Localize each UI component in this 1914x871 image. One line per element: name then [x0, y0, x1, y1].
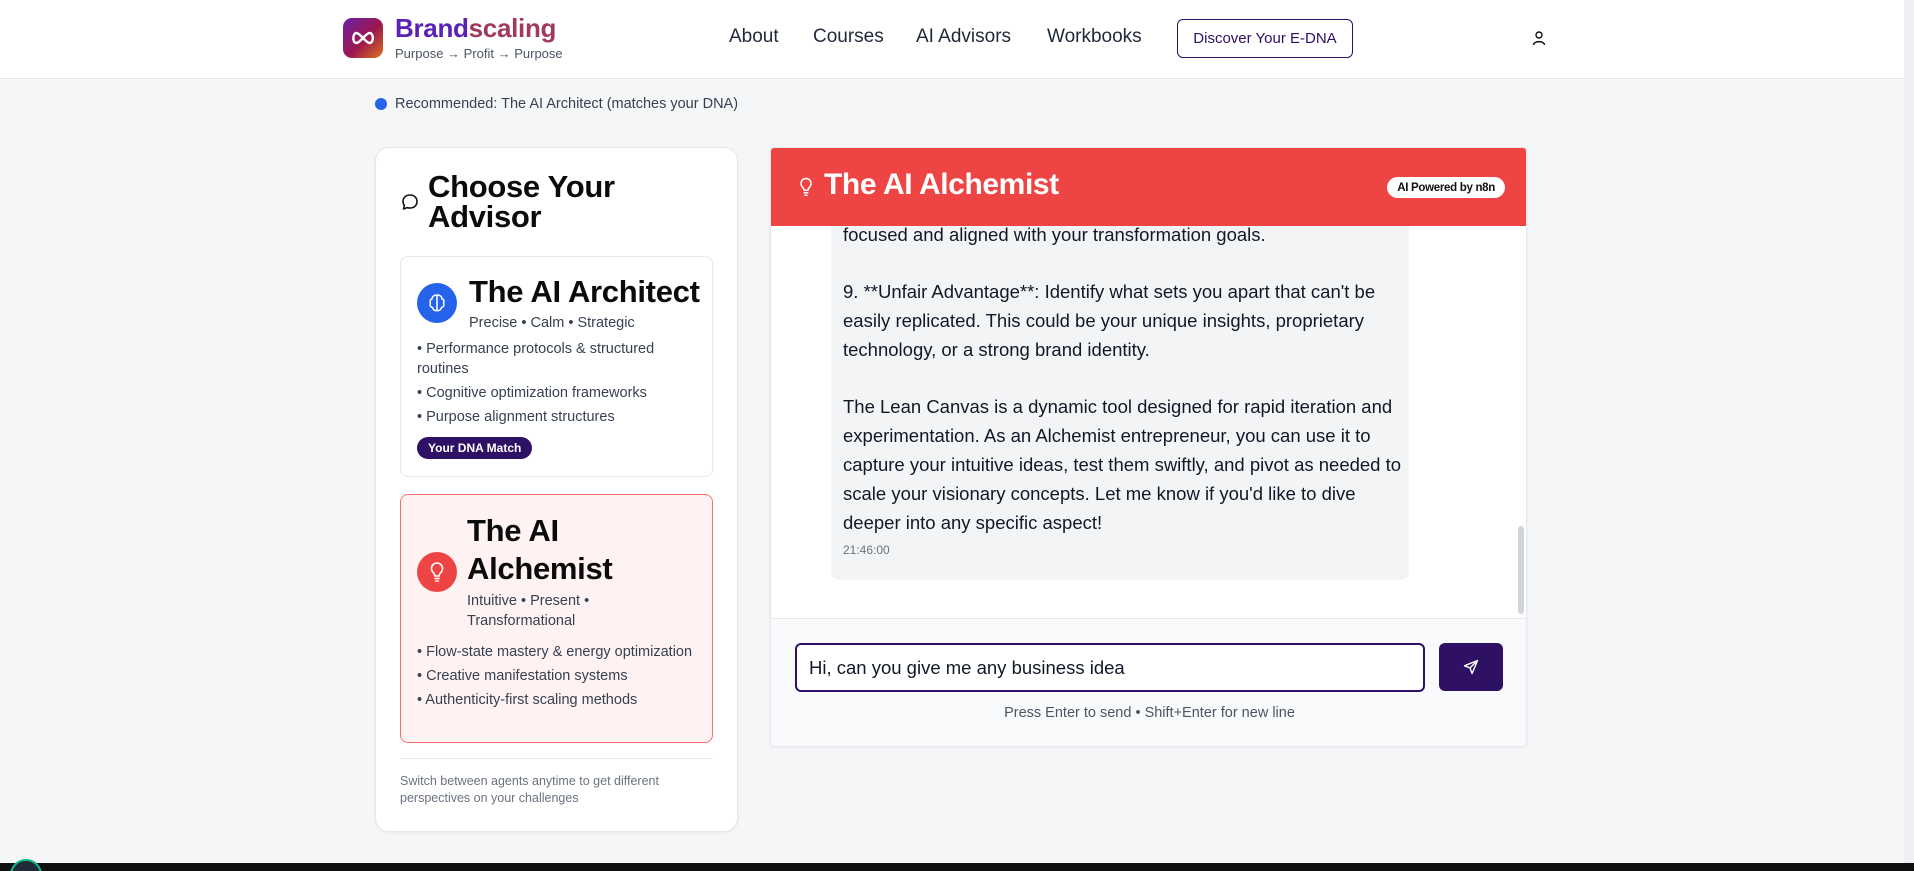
- advisor-feature-list: • Performance protocols & structured rou…: [417, 339, 707, 431]
- brand-name[interactable]: Brandscaling: [395, 13, 556, 44]
- advisor-panel: Choose Your Advisor The AI Architect Pre…: [375, 147, 738, 832]
- list-item: • Flow-state mastery & energy optimizati…: [417, 644, 693, 660]
- advisor-feature-list: • Flow-state mastery & energy optimizati…: [417, 642, 707, 714]
- message-composer: Press Enter to send • Shift+Enter for ne…: [771, 618, 1526, 746]
- powered-by-badge: AI Powered by n8n: [1387, 177, 1505, 198]
- message-timestamp: 21:46:00: [843, 543, 890, 557]
- dna-match-badge: Your DNA Match: [417, 437, 533, 459]
- panel-title: Choose Your Advisor: [428, 169, 615, 234]
- chat-panel: The AI Alchemist AI Powered by n8n focus…: [770, 147, 1527, 747]
- user-icon[interactable]: [1531, 30, 1547, 46]
- assistant-message: focused and aligned with your transforma…: [831, 226, 1409, 580]
- advisor-card-alchemist[interactable]: The AI Alchemist Intuitive • Present • T…: [400, 494, 713, 743]
- send-button[interactable]: [1439, 643, 1503, 691]
- discover-edna-button[interactable]: Discover Your E-DNA: [1177, 19, 1353, 58]
- send-icon: [1463, 659, 1479, 675]
- message-paragraph: focused and aligned with your transforma…: [843, 226, 1266, 245]
- list-item: • Purpose alignment structures: [417, 409, 615, 425]
- list-item: • Creative manifestation systems: [417, 668, 628, 684]
- message-list[interactable]: focused and aligned with your transforma…: [771, 226, 1526, 618]
- panel-footnote: Switch between agents anytime to get dif…: [400, 774, 659, 805]
- list-item: • Authenticity-first scaling methods: [417, 692, 638, 708]
- bottom-bar: [0, 863, 1914, 871]
- chat-title: The AI Alchemist: [824, 168, 1059, 201]
- advisor-traits: Precise • Calm • Strategic: [469, 315, 635, 331]
- composer-hint: Press Enter to send • Shift+Enter for ne…: [1004, 705, 1295, 721]
- chat-scrollbar[interactable]: [1518, 526, 1524, 614]
- lightbulb-icon: [417, 552, 457, 592]
- recommendation-line: Recommended: The AI Architect (matches y…: [375, 96, 738, 112]
- status-dot: [375, 98, 387, 110]
- widget-launcher-icon[interactable]: [10, 859, 42, 871]
- nav-courses[interactable]: Courses: [813, 26, 884, 48]
- infinity-icon[interactable]: [343, 18, 383, 58]
- message-paragraph: The Lean Canvas is a dynamic tool design…: [843, 396, 1402, 533]
- list-item: • Cognitive optimization frameworks: [417, 385, 647, 401]
- recommendation-text: Recommended: The AI Architect (matches y…: [395, 96, 739, 112]
- advisor-traits: Intuitive • Present • Transformational: [467, 593, 590, 629]
- lightbulb-icon: [800, 177, 812, 197]
- site-header: Brandscaling Purpose → Profit → Purpose …: [0, 0, 1914, 79]
- page-scrollbar[interactable]: [1904, 0, 1914, 863]
- chat-bubble-icon: [402, 194, 418, 210]
- message-paragraph: 9. **Unfair Advantage**: Identify what s…: [843, 281, 1376, 360]
- brand-tagline: Purpose → Profit → Purpose: [395, 46, 563, 61]
- message-input[interactable]: [795, 643, 1425, 692]
- chat-header: The AI Alchemist AI Powered by n8n: [771, 148, 1526, 226]
- brain-icon: [417, 283, 457, 323]
- advisor-card-architect[interactable]: The AI Architect Precise • Calm • Strate…: [400, 256, 713, 477]
- nav-ai-advisors[interactable]: AI Advisors: [916, 26, 1011, 48]
- nav-workbooks[interactable]: Workbooks: [1047, 26, 1142, 48]
- advisor-name: The AI Alchemist: [467, 513, 613, 586]
- list-item: • Performance protocols & structured rou…: [417, 341, 655, 377]
- nav-about[interactable]: About: [729, 26, 779, 48]
- divider: [400, 758, 713, 759]
- advisor-name: The AI Architect: [469, 274, 700, 309]
